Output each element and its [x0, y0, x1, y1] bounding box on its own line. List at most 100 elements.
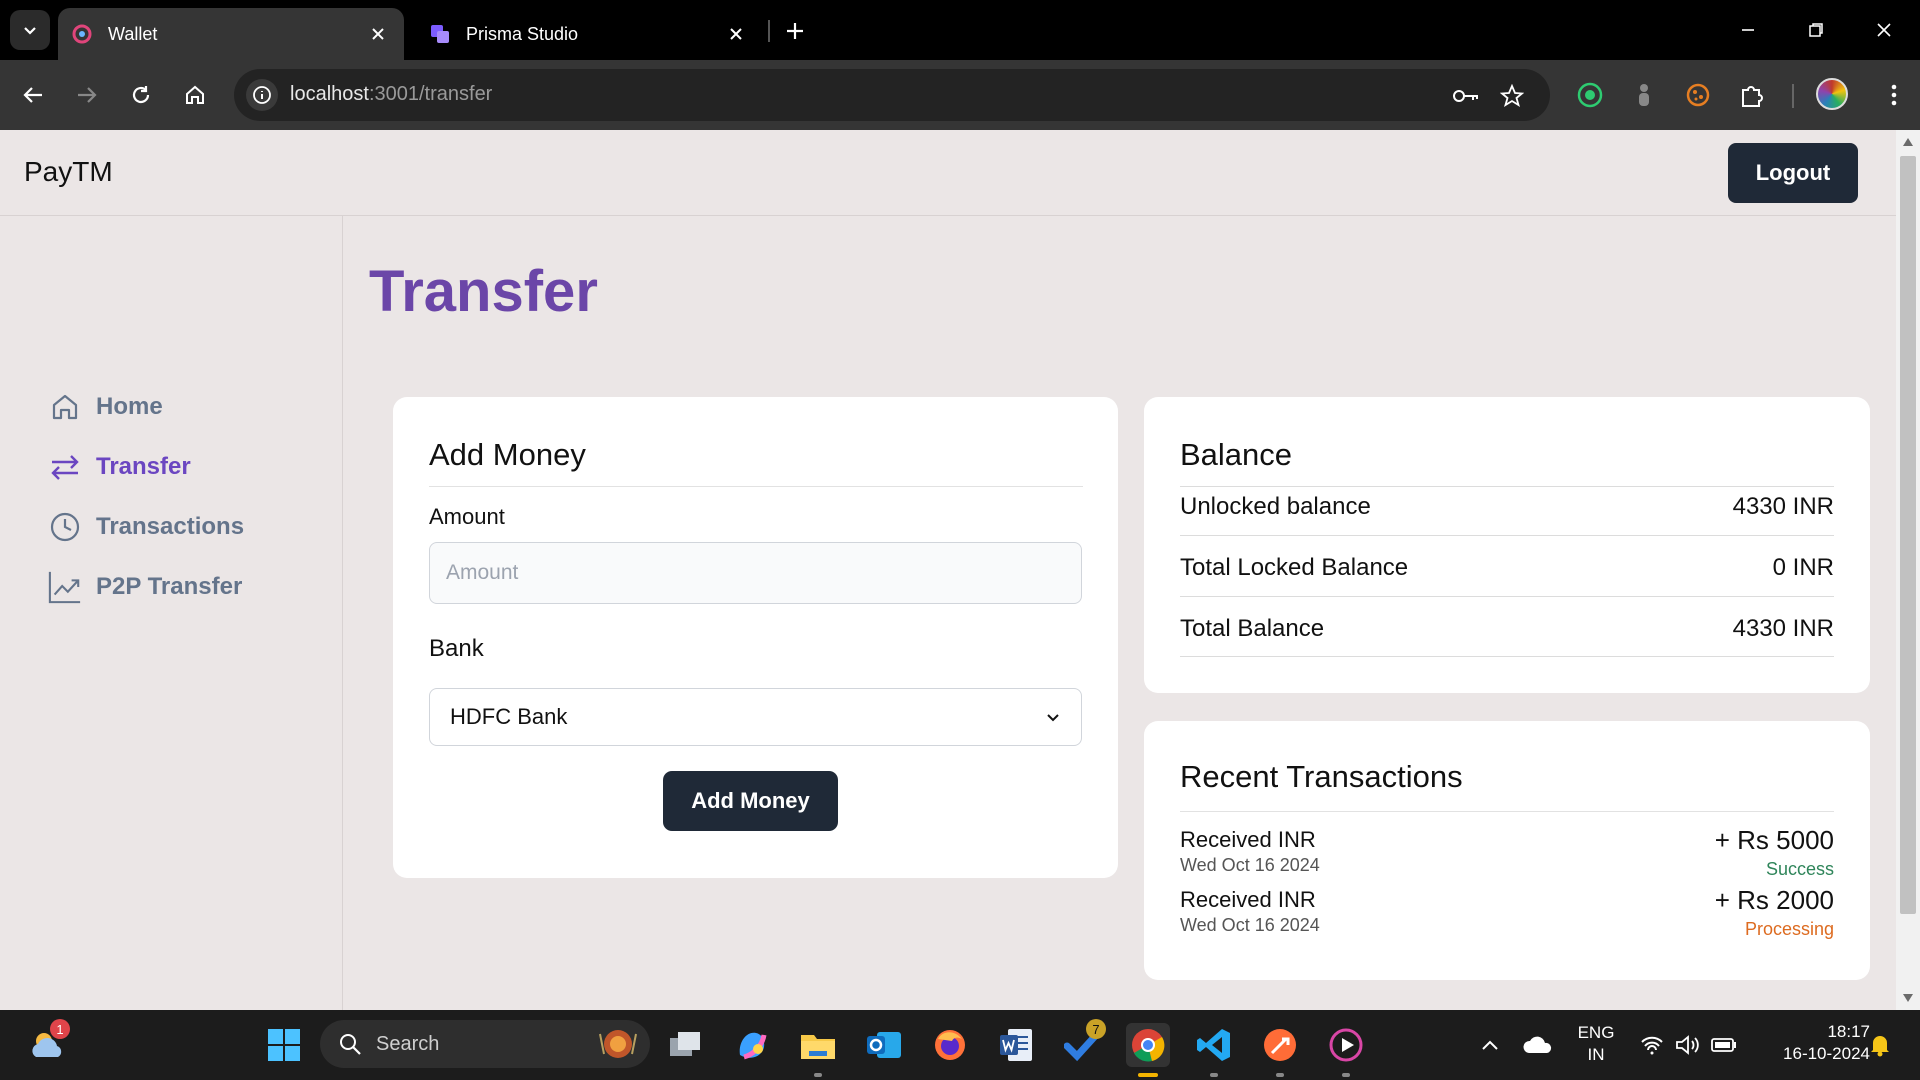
- scroll-up-arrow-icon[interactable]: [1900, 134, 1916, 150]
- chrome-button[interactable]: [1126, 1023, 1170, 1077]
- task-view-button[interactable]: [664, 1023, 708, 1067]
- onedrive-button[interactable]: [1516, 1023, 1560, 1067]
- show-hidden-icons-button[interactable]: [1468, 1023, 1512, 1067]
- search-label: Search: [376, 1032, 440, 1055]
- profile-avatar[interactable]: [1816, 78, 1848, 110]
- tab-wallet[interactable]: Wallet: [58, 8, 404, 60]
- arrow-left-icon: [23, 87, 42, 103]
- weather-widget[interactable]: 1: [26, 1019, 70, 1067]
- scrollbar-thumb[interactable]: [1900, 156, 1916, 914]
- minimize-icon: [1742, 29, 1754, 31]
- prisma-favicon-icon: [431, 25, 449, 43]
- scroll-down-arrow-icon[interactable]: [1900, 990, 1916, 1006]
- back-button[interactable]: [14, 76, 52, 114]
- home-icon: [48, 390, 82, 424]
- brand-logo-text[interactable]: PayTM: [24, 156, 113, 188]
- restore-window-button[interactable]: [1792, 10, 1840, 50]
- recent-transactions-title: Recent Transactions: [1180, 759, 1463, 794]
- browser-menu-button[interactable]: [1876, 77, 1912, 113]
- media-player-button[interactable]: [1324, 1023, 1368, 1077]
- new-tab-button[interactable]: [778, 14, 812, 48]
- forward-button[interactable]: [68, 76, 106, 114]
- word-button[interactable]: [994, 1023, 1038, 1067]
- postman-icon: [1264, 1029, 1296, 1061]
- extensions-menu-button[interactable]: [1734, 77, 1770, 113]
- running-indicator: [1210, 1073, 1218, 1077]
- close-icon: [1877, 23, 1891, 37]
- outlook-button[interactable]: [862, 1023, 906, 1067]
- sidebar-item-transfer[interactable]: Transfer: [48, 450, 191, 484]
- taskbar-search[interactable]: Search: [320, 1020, 650, 1068]
- star-icon: [1500, 84, 1524, 107]
- firefox-button[interactable]: [928, 1023, 972, 1067]
- tab-search-button[interactable]: [10, 10, 50, 50]
- sidebar-item-home[interactable]: Home: [48, 390, 163, 424]
- row-divider: [1180, 656, 1834, 657]
- minimize-window-button[interactable]: [1724, 10, 1772, 50]
- balance-card: Balance Unlocked balance 4330 INR Total …: [1144, 397, 1870, 693]
- file-explorer-button[interactable]: [796, 1023, 840, 1077]
- site-info-button[interactable]: [246, 79, 278, 111]
- language-top: ENG: [1577, 1023, 1615, 1042]
- home-button[interactable]: [176, 76, 214, 114]
- more-vertical-icon: [1891, 84, 1897, 106]
- firefox-icon: [935, 1030, 965, 1060]
- figure-extension-icon: [1639, 84, 1649, 106]
- postman-button[interactable]: [1258, 1023, 1302, 1077]
- close-tab-icon[interactable]: [366, 22, 390, 46]
- logout-button[interactable]: Logout: [1728, 143, 1858, 203]
- row-divider: [1180, 596, 1834, 597]
- balance-value: 0 INR: [1772, 554, 1834, 581]
- clock[interactable]: 18:17 16-10-2024: [1752, 1021, 1870, 1065]
- word-icon: [1000, 1029, 1032, 1061]
- start-button[interactable]: [262, 1023, 306, 1067]
- transaction-item: Received INR Wed Oct 16 2024 + Rs 5000 S…: [1180, 825, 1834, 883]
- sidebar-item-transactions[interactable]: Transactions: [48, 510, 244, 544]
- close-window-button[interactable]: [1860, 10, 1908, 50]
- close-tab-icon[interactable]: [724, 22, 748, 46]
- balance-label: Unlocked balance: [1180, 493, 1371, 520]
- balance-value: 4330 INR: [1732, 493, 1834, 520]
- reload-button[interactable]: [122, 76, 160, 114]
- chevron-down-icon: [1047, 714, 1059, 722]
- balance-row-total: Total Balance 4330 INR: [1180, 615, 1834, 643]
- vscode-button[interactable]: [1192, 1023, 1236, 1077]
- page-scrollbar[interactable]: [1896, 130, 1920, 1010]
- extension-target-button[interactable]: [1572, 77, 1608, 113]
- bell-icon: [1871, 1036, 1889, 1057]
- extension-figure-button[interactable]: [1626, 77, 1662, 113]
- balance-row-unlocked: Unlocked balance 4330 INR: [1180, 493, 1834, 521]
- chevron-up-icon: [1482, 1040, 1498, 1050]
- clock-date: 16-10-2024: [1783, 1044, 1870, 1063]
- copilot-button[interactable]: [730, 1023, 774, 1067]
- transaction-name: Received INR: [1180, 887, 1316, 912]
- transaction-item: Received INR Wed Oct 16 2024 + Rs 2000 P…: [1180, 885, 1834, 943]
- address-bar[interactable]: localhost:3001/transfer: [234, 69, 1550, 121]
- browser-tab-strip: Wallet Prisma Studio: [0, 0, 1920, 60]
- language-indicator[interactable]: ENG IN: [1574, 1022, 1618, 1066]
- card-divider: [429, 486, 1083, 487]
- add-money-button[interactable]: Add Money: [663, 771, 838, 831]
- password-key-button[interactable]: [1452, 82, 1480, 110]
- app-header: PayTM Logout: [0, 130, 1896, 216]
- url-text[interactable]: localhost:3001/transfer: [290, 83, 492, 106]
- sidebar-item-label: Transactions: [96, 513, 245, 540]
- notifications-button[interactable]: [1858, 1023, 1902, 1067]
- sidebar-item-p2p-transfer[interactable]: P2P Transfer: [48, 570, 242, 604]
- play-icon: [1329, 1028, 1363, 1062]
- balance-label: Total Balance: [1180, 615, 1325, 642]
- amount-input[interactable]: [429, 542, 1082, 604]
- sidebar-item-label: Transfer: [96, 453, 191, 480]
- tab-separator: [768, 20, 770, 42]
- todo-button[interactable]: 7: [1060, 1019, 1106, 1067]
- tab-prisma-studio[interactable]: Prisma Studio: [416, 8, 762, 60]
- battery-button[interactable]: [1702, 1023, 1746, 1067]
- bookmark-button[interactable]: [1498, 82, 1526, 110]
- extension-cookie-button[interactable]: [1680, 77, 1716, 113]
- cloud-icon: [1523, 1036, 1552, 1053]
- add-money-card: Add Money Amount Bank HDFC Bank Add Mone…: [393, 397, 1118, 878]
- clock-icon: [48, 510, 82, 544]
- amount-label: Amount: [429, 504, 505, 529]
- bank-select[interactable]: HDFC Bank: [429, 688, 1082, 746]
- search-highlight-icon: [599, 1030, 637, 1058]
